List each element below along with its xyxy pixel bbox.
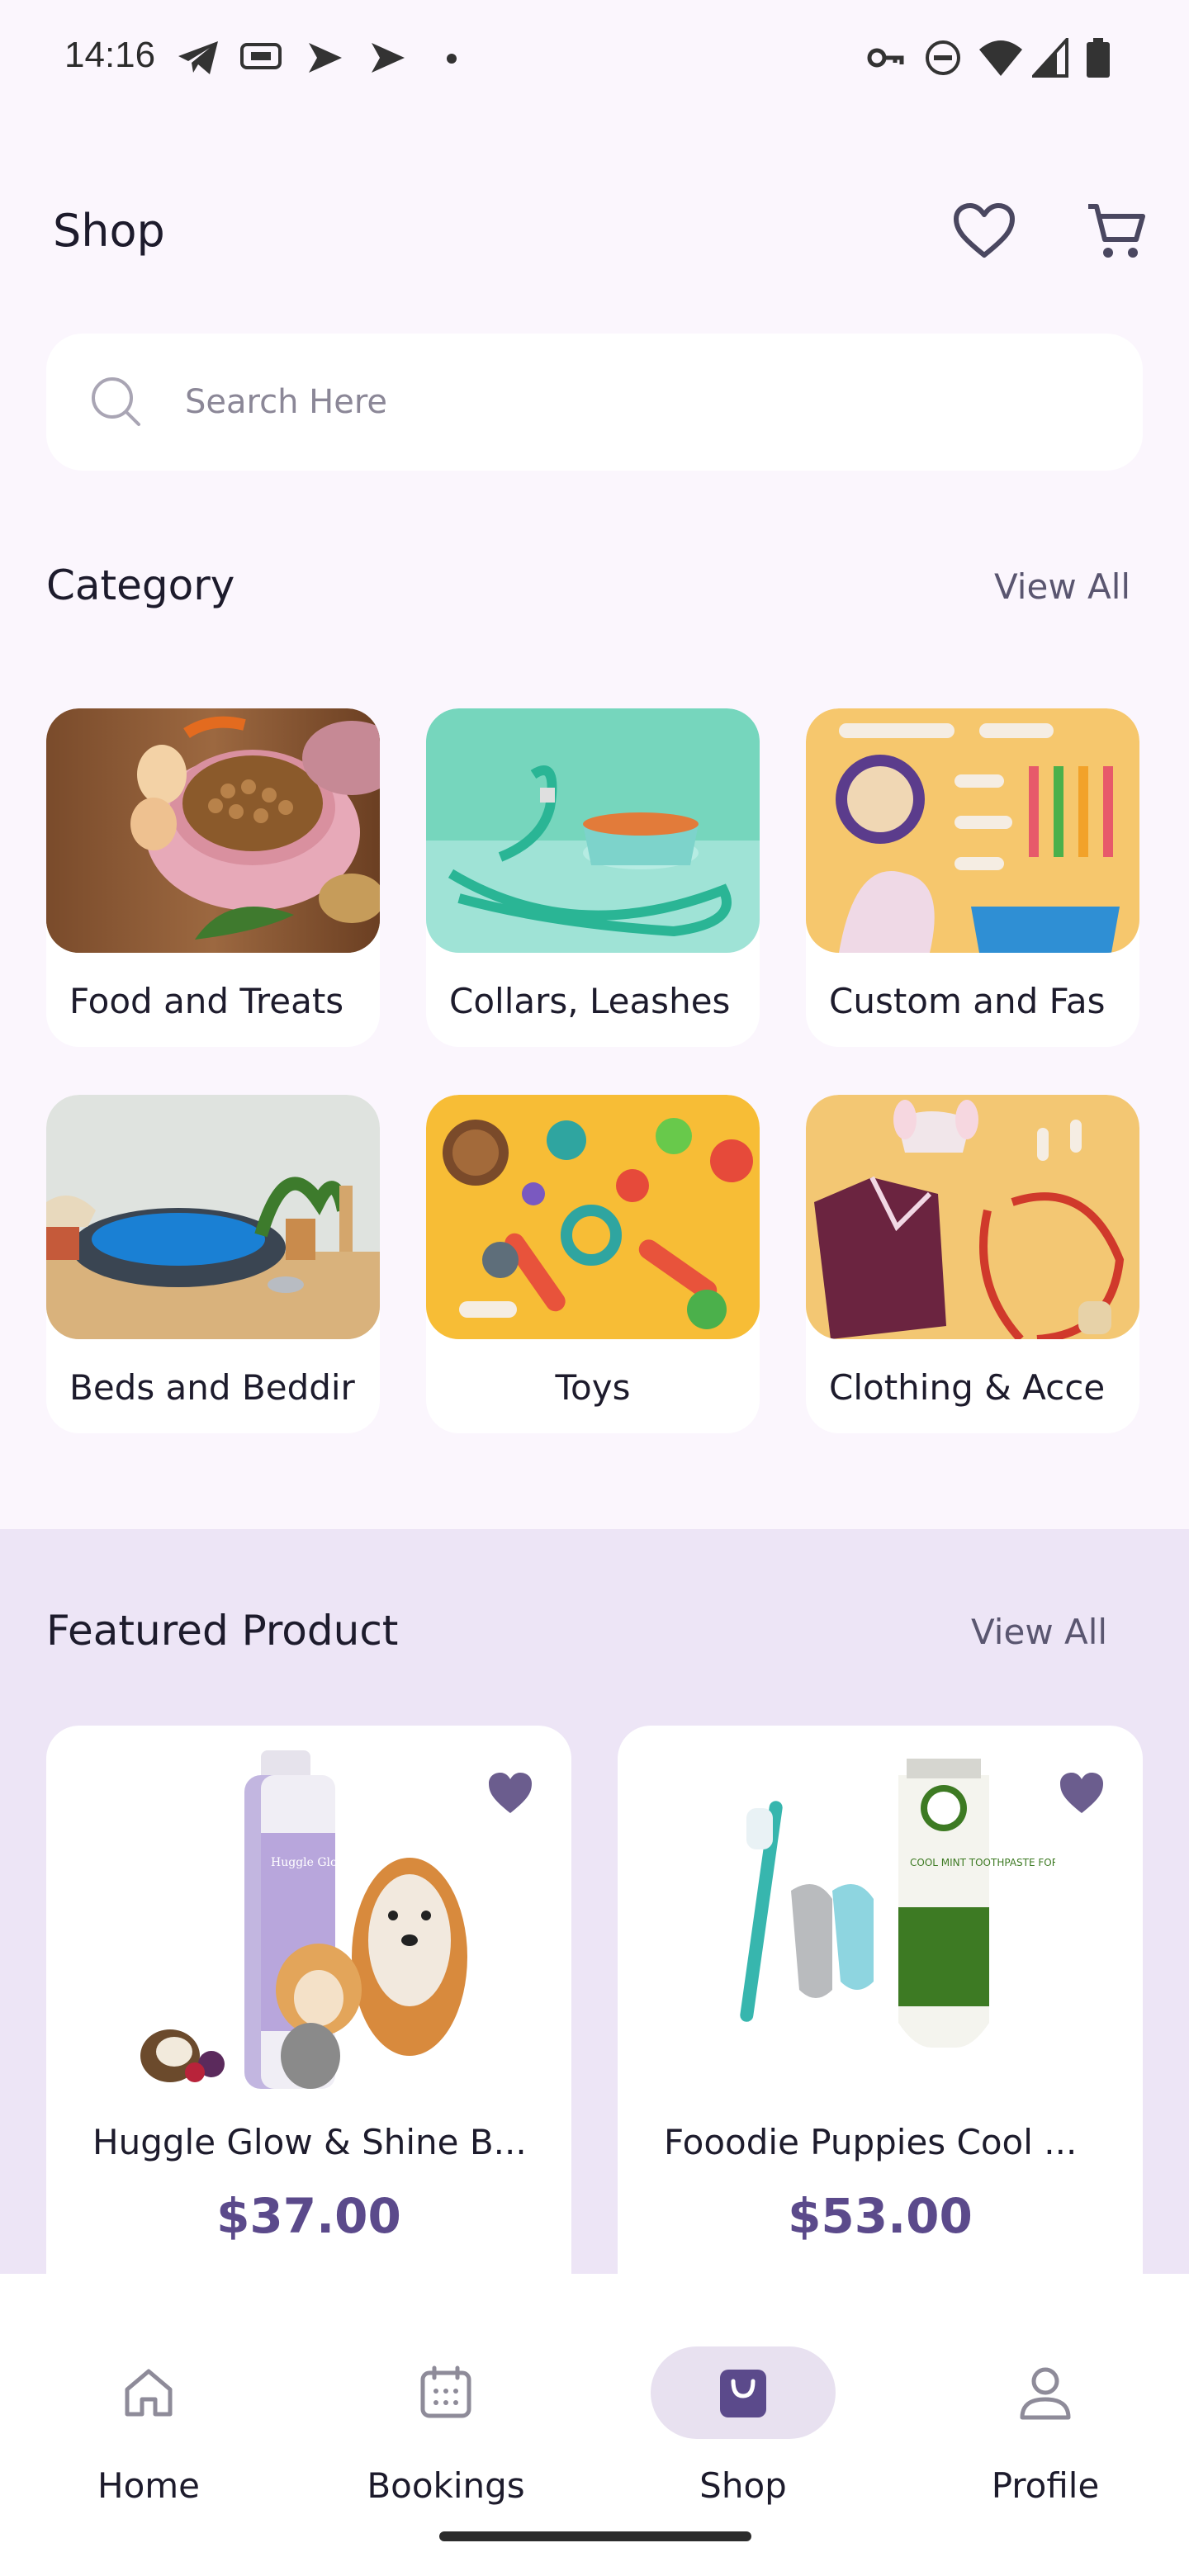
clothing-accessories-image xyxy=(806,1095,1139,1339)
nav-item-shop[interactable]: Shop xyxy=(619,2307,867,2506)
product-name: Fooodie Puppies Cool ... xyxy=(664,2122,1078,2162)
cart-button[interactable] xyxy=(1082,197,1151,266)
food-and-treats-image xyxy=(46,708,380,953)
vpn-key-icon xyxy=(867,48,904,68)
wifi-icon xyxy=(979,40,1022,76)
nav-icon-container xyxy=(353,2346,538,2439)
home-icon xyxy=(125,2369,173,2417)
category-label: Toys xyxy=(555,1367,631,1408)
category-card-food-and-treats[interactable]: Food and Treats xyxy=(46,708,380,1047)
favorite-heart-icon[interactable] xyxy=(1057,1769,1106,1818)
home-indicator-bar[interactable] xyxy=(439,2531,751,2541)
shop-screen: 14:16 Shop Search Here Category View All… xyxy=(0,0,1189,2576)
search-icon xyxy=(92,377,140,426)
toys-image xyxy=(426,1095,760,1339)
search-box[interactable] xyxy=(46,334,1143,471)
product-name: Huggle Glow & Shine B... xyxy=(92,2122,527,2162)
nav-label: Shop xyxy=(699,2465,787,2506)
category-card-beds-and-bedding[interactable]: Beds and Beddir xyxy=(46,1095,380,1433)
status-bar: 14:16 xyxy=(0,0,1189,116)
product-price: $37.00 xyxy=(216,2188,401,2244)
product-price: $53.00 xyxy=(788,2188,973,2244)
product-card-huggle[interactable]: Huggle Glow & Shine Huggle Glow & Shine … xyxy=(46,1726,571,2353)
category-card-custom-and-fashion[interactable]: Custom and Fas xyxy=(806,708,1139,1047)
nav-icon-container xyxy=(651,2346,836,2439)
battery-icon xyxy=(1087,38,1110,78)
collars-leashes-image xyxy=(426,708,760,953)
product-image-text: Huggle Glow & Shine xyxy=(271,1856,398,1869)
play-store-icon-2 xyxy=(372,43,405,73)
beds-and-bedding-image xyxy=(46,1095,380,1339)
nav-item-bookings[interactable]: Bookings xyxy=(322,2307,570,2506)
nav-icon-container xyxy=(56,2346,241,2439)
nav-label: Profile xyxy=(991,2465,1100,2506)
play-store-icon xyxy=(309,43,342,73)
status-time: 14:16 xyxy=(64,35,156,75)
category-label: Clothing & Acce xyxy=(829,1367,1106,1408)
nav-label: Home xyxy=(97,2465,201,2506)
page-title: Shop xyxy=(53,205,165,257)
do-not-disturb-icon xyxy=(926,40,960,75)
category-label: Collars, Leashes xyxy=(449,981,731,1021)
heart-outline-icon xyxy=(954,203,1015,258)
product-image: COOL MINT TOOTHPASTE FOR DOGS xyxy=(708,1726,1091,2089)
product-card-fooodie-puppies[interactable]: COOL MINT TOOTHPASTE FOR DOGS Fooodie Pu… xyxy=(618,1726,1143,2353)
product-image: Huggle Glow & Shine xyxy=(137,1726,484,2089)
custom-and-fashion-image xyxy=(806,708,1139,953)
featured-view-all-link[interactable]: View All xyxy=(971,1612,1107,1652)
dot-icon xyxy=(447,54,457,64)
category-card-clothing-accessories[interactable]: Clothing & Acce xyxy=(806,1095,1139,1433)
signal-icon xyxy=(1032,38,1068,78)
category-label: Beds and Beddir xyxy=(69,1367,355,1408)
ticket-icon xyxy=(240,43,282,69)
wishlist-button[interactable] xyxy=(950,197,1019,266)
cart-icon xyxy=(1088,204,1145,258)
app-header: Shop xyxy=(0,165,1189,297)
category-label: Custom and Fas xyxy=(829,981,1106,1021)
person-icon xyxy=(1020,2367,1071,2420)
calendar-icon xyxy=(420,2365,471,2418)
category-title: Category xyxy=(46,561,235,609)
product-image-text: COOL MINT TOOTHPASTE FOR DOGS xyxy=(910,1857,1055,1868)
category-card-toys[interactable]: Toys xyxy=(426,1095,760,1433)
nav-label: Bookings xyxy=(367,2465,525,2506)
nav-icon-container xyxy=(953,2346,1138,2439)
favorite-heart-icon[interactable] xyxy=(486,1769,535,1818)
featured-title: Featured Product xyxy=(46,1607,399,1655)
shopping-bag-icon xyxy=(720,2370,766,2417)
nav-item-home[interactable]: Home xyxy=(25,2307,272,2506)
search-input[interactable] xyxy=(185,370,1093,434)
nav-item-profile[interactable]: Profile xyxy=(921,2307,1169,2506)
category-view-all-link[interactable]: View All xyxy=(994,566,1130,607)
category-label: Food and Treats xyxy=(69,981,344,1021)
telegram-icon xyxy=(178,41,218,74)
category-card-collars-leashes[interactable]: Collars, Leashes xyxy=(426,708,760,1047)
